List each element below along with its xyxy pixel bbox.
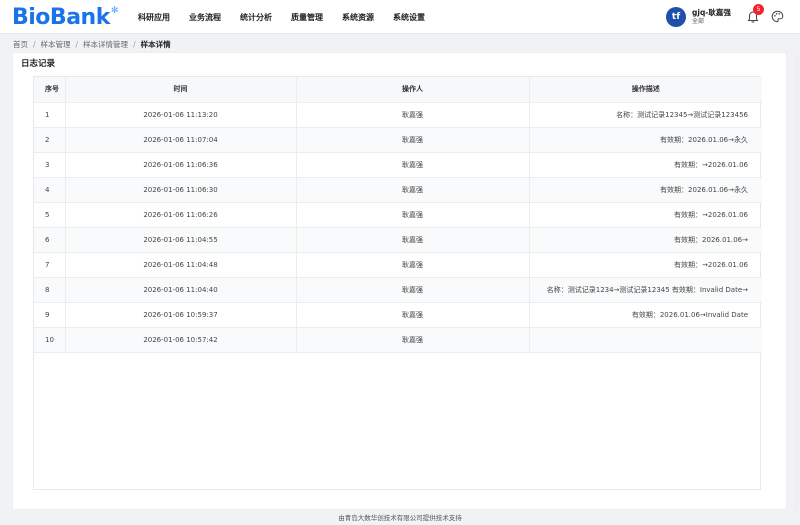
user-name: gjq-耿嘉强: [692, 8, 731, 17]
cell-operator: 耿嘉强: [296, 127, 530, 153]
nav-item-statistics[interactable]: 统计分析: [240, 12, 272, 23]
column-header-index: 序号: [34, 77, 66, 103]
nav-item-workflow[interactable]: 业务流程: [189, 12, 221, 23]
table-row: 8 2026-01-06 11:04:40 耿嘉强 名称：测试记录1234→测试记录1…: [34, 277, 762, 303]
cell-time: 2026-01-06 10:57:42: [65, 327, 297, 353]
cell-operator: 耿嘉强: [296, 277, 530, 303]
cell-operator: 耿嘉强: [296, 252, 530, 278]
cell-index: 9: [34, 302, 66, 328]
cell-time: 2026-01-06 10:59:37: [65, 302, 297, 328]
cell-operator: 耿嘉强: [296, 302, 530, 328]
column-header-time: 时间: [65, 77, 297, 103]
table-row: 6 2026-01-06 11:04:55 耿嘉强 有效期：2026.01.06→: [34, 227, 762, 253]
nav-item-settings[interactable]: 系统设置: [393, 12, 425, 23]
avatar: tf: [666, 7, 686, 27]
cell-description: 有效期：→2026.01.06: [529, 202, 762, 228]
cell-description: 名称：测试记录1234→测试记录12345 有效期：Invalid Date→: [529, 277, 762, 303]
cell-index: 1: [34, 102, 66, 128]
breadcrumb-home[interactable]: 首页: [13, 39, 28, 50]
user-org: 全部: [692, 18, 705, 25]
logo-text: BioBank: [12, 4, 110, 30]
cell-description: 有效期：→2026.01.06: [529, 152, 762, 178]
cell-index: 6: [34, 227, 66, 253]
cell-index: 5: [34, 202, 66, 228]
table-row: 3 2026-01-06 11:06:36 耿嘉强 有效期：→2026.01.06: [34, 152, 762, 178]
cell-index: 4: [34, 177, 66, 203]
page-scrollbar[interactable]: [795, 52, 799, 510]
cell-index: 10: [34, 327, 66, 353]
table-row: 7 2026-01-06 11:04:48 耿嘉强 有效期：→2026.01.06: [34, 252, 762, 278]
nav-item-quality[interactable]: 质量管理: [291, 12, 323, 23]
section-title: 日志记录: [21, 59, 56, 69]
logo-snowflake-icon: ✻: [110, 6, 119, 16]
table-row: 10 2026-01-06 10:57:42 耿嘉强: [34, 327, 762, 353]
cell-operator: 耿嘉强: [296, 327, 530, 353]
breadcrumb-separator: /: [133, 39, 136, 49]
log-table: 序号 时间 操作人 操作描述 1 2026-01-06 11:13:20 耿嘉强 名称…: [34, 77, 762, 353]
cell-time: 2026-01-06 11:06:26: [65, 202, 297, 228]
breadcrumb-sample-detail-mgmt[interactable]: 样本详情管理: [83, 39, 128, 50]
cell-description: 有效期：2026.01.06→: [529, 227, 762, 253]
cell-description: 有效期：→2026.01.06: [529, 252, 762, 278]
breadcrumb-sample-mgmt[interactable]: 样本管理: [41, 39, 71, 50]
app-logo[interactable]: BioBank ✻: [12, 4, 118, 30]
cell-description: [529, 327, 762, 353]
cell-index: 3: [34, 152, 66, 178]
cell-index: 7: [34, 252, 66, 278]
table-row: 9 2026-01-06 10:59:37 耿嘉强 有效期：2026.01.06→In…: [34, 302, 762, 328]
palette-icon[interactable]: [771, 10, 784, 23]
column-header-operator: 操作人: [296, 77, 530, 103]
cell-operator: 耿嘉强: [296, 177, 530, 203]
cell-time: 2026-01-06 11:06:30: [65, 177, 297, 203]
cell-description: 有效期：2026.01.06→永久: [529, 177, 762, 203]
cell-description: 名称：测试记录12345→测试记录123456: [529, 102, 762, 128]
breadcrumb-current: 样本详情: [140, 39, 171, 49]
table-header-row: 序号 时间 操作人 操作描述: [34, 77, 762, 103]
cell-operator: 耿嘉强: [296, 102, 530, 128]
notification-badge: 5: [753, 4, 764, 15]
column-header-description: 操作描述: [529, 77, 762, 103]
breadcrumb-separator: /: [33, 39, 36, 49]
footer: 由青岛大数华创技术有限公司提供技术支持: [338, 514, 462, 522]
breadcrumb-separator: /: [75, 39, 79, 49]
cell-time: 2026-01-06 11:04:55: [65, 227, 297, 253]
cell-time: 2026-01-06 11:04:48: [65, 252, 297, 278]
user-menu[interactable]: tf gjq-耿嘉强 全部: [666, 6, 731, 28]
table-row: 5 2026-01-06 11:06:26 耿嘉强 有效期：→2026.01.06: [34, 202, 762, 228]
table-row: 4 2026-01-06 11:06:30 耿嘉强 有效期：2026.01.06→永久: [34, 177, 762, 203]
cell-time: 2026-01-06 11:06:36: [65, 152, 297, 178]
cell-description: 有效期：2026.01.06→Invalid Date: [529, 302, 762, 328]
main-nav: 科研应用 业务流程 统计分析 质量管理 系统资源 系统设置: [138, 0, 444, 34]
cell-operator: 耿嘉强: [296, 152, 530, 178]
table-row: 2 2026-01-06 11:07:04 耿嘉强 有效期：2026.01.06→永久: [34, 127, 762, 153]
cell-time: 2026-01-06 11:13:20: [65, 102, 297, 128]
cell-operator: 耿嘉强: [296, 202, 530, 228]
cell-index: 8: [34, 277, 66, 303]
user-info: gjq-耿嘉强 全部: [692, 8, 731, 26]
cell-description: 有效期：2026.01.06→永久: [529, 127, 762, 153]
cell-index: 2: [34, 127, 66, 153]
cell-operator: 耿嘉强: [296, 227, 530, 253]
nav-item-research[interactable]: 科研应用: [138, 12, 170, 23]
breadcrumb: 首页 / 样本管理 / 样本详情管理 / 样本详情: [13, 38, 171, 50]
nav-item-resources[interactable]: 系统资源: [342, 12, 374, 23]
table-row: 1 2026-01-06 11:13:20 耿嘉强 名称：测试记录12345→测试记录…: [34, 102, 762, 128]
log-table-container: 序号 时间 操作人 操作描述 1 2026-01-06 11:13:20 耿嘉强 名称…: [33, 76, 762, 490]
cell-time: 2026-01-06 11:07:04: [65, 127, 297, 153]
top-header: BioBank ✻ 科研应用 业务流程 统计分析 质量管理 系统资源 系统设置 …: [0, 0, 800, 34]
cell-time: 2026-01-06 11:04:40: [65, 277, 297, 303]
